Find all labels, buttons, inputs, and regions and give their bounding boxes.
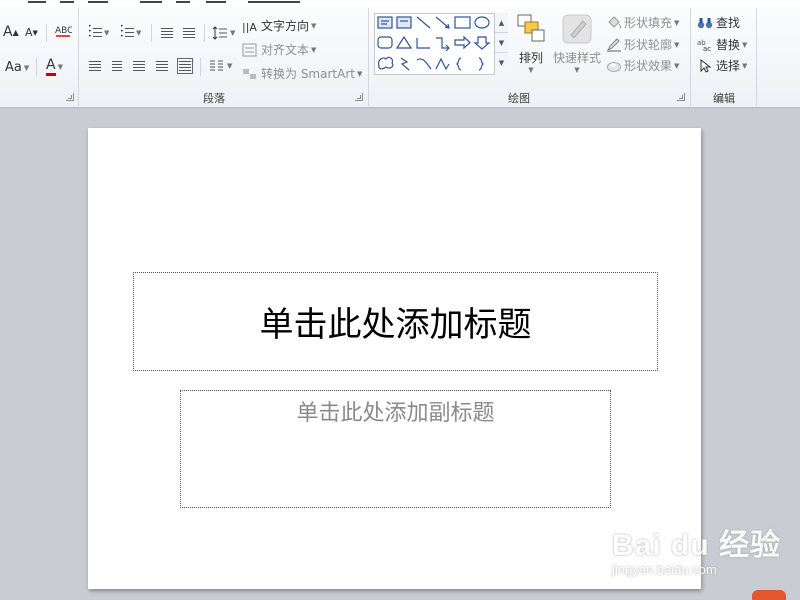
decrease-indent-button[interactable]	[160, 26, 174, 40]
distributed-button[interactable]	[177, 58, 193, 74]
clear-format-icon: ABC	[55, 26, 72, 37]
convert-smartart-button[interactable]: 转换为 SmartArt ▼	[242, 65, 362, 82]
grow-font-button[interactable]: A ▲	[3, 24, 19, 40]
svg-text:ac: ac	[703, 45, 711, 52]
find-button[interactable]: 查找	[697, 14, 740, 31]
increase-indent-button[interactable]	[182, 26, 196, 40]
gallery-more-icon[interactable]: ▼	[495, 53, 508, 73]
shapes-icons	[377, 16, 491, 71]
watermark: Bai du 经验 jingyan.baidu.com	[612, 520, 781, 577]
corner-badge-icon	[752, 590, 786, 600]
shape-fill-button[interactable]: 形状填充 ▼	[606, 14, 679, 31]
columns-button[interactable]: ▼	[209, 59, 232, 73]
align-text-button[interactable]: 对齐文本 ▼	[242, 41, 316, 58]
ribbon-tab-strip	[0, 0, 800, 6]
font-dialog-launcher[interactable]	[66, 93, 74, 101]
text-direction-button[interactable]: ||A 文字方向 ▼	[242, 17, 316, 34]
quick-styles-button[interactable]: 快速样式 ▼	[552, 13, 602, 74]
shapes-gallery[interactable]	[374, 13, 508, 75]
paragraph-dialog-launcher[interactable]	[355, 93, 363, 101]
paragraph-group-label: 段落	[203, 92, 225, 105]
watermark-url: jingyan.baidu.com	[612, 562, 717, 577]
shrink-font-button[interactable]: A ▼	[25, 26, 38, 39]
numbering-icon	[120, 24, 134, 40]
align-right-icon	[132, 59, 146, 73]
gallery-up-icon[interactable]: ▲	[495, 13, 508, 33]
subtitle-placeholder-text: 单击此处添加副标题	[296, 401, 495, 426]
gallery-down-icon[interactable]: ▼	[495, 33, 508, 53]
line-spacing-icon	[212, 26, 227, 40]
align-center-icon	[110, 59, 124, 73]
clear-formatting-button[interactable]: ABC	[54, 23, 72, 39]
pencil-icon	[606, 37, 621, 52]
distributed-icon	[177, 58, 193, 74]
effects-icon	[607, 61, 621, 72]
align-left-button[interactable]	[88, 59, 102, 73]
justify-button[interactable]	[155, 59, 169, 73]
align-center-button[interactable]	[110, 59, 124, 73]
numbering-button[interactable]: ▼	[120, 24, 141, 40]
quick-styles-icon	[562, 14, 592, 44]
bullets-button[interactable]: ▼	[88, 24, 109, 40]
subtitle-placeholder[interactable]: 单击此处添加副标题	[180, 390, 611, 508]
align-text-icon	[242, 43, 257, 56]
justify-icon	[155, 59, 169, 73]
slide-canvas[interactable]: 单击此处添加标题 单击此处添加副标题	[88, 128, 701, 589]
drawing-dialog-launcher[interactable]	[677, 93, 685, 101]
editing-group-label: 编辑	[713, 92, 735, 105]
align-right-button[interactable]	[132, 59, 146, 73]
line-spacing-button[interactable]: ▼	[212, 26, 235, 40]
drawing-group-label: 绘图	[508, 92, 530, 105]
arrange-icon	[517, 14, 545, 42]
columns-icon	[210, 60, 223, 71]
change-case-button[interactable]: Aa ▼	[5, 60, 29, 75]
font-color-button[interactable]: A ▼	[46, 58, 63, 76]
shape-effects-button[interactable]: 形状效果 ▼	[606, 57, 679, 74]
align-left-icon	[88, 59, 102, 73]
svg-text:ABC: ABC	[55, 26, 72, 36]
binoculars-icon	[697, 17, 713, 28]
replace-icon: abac	[697, 39, 711, 52]
smartart-icon	[243, 68, 256, 79]
cursor-icon	[700, 58, 712, 73]
increase-indent-icon	[182, 26, 196, 40]
replace-button[interactable]: ab ac 替换 ▼	[697, 36, 747, 53]
arrange-button[interactable]: 排列 ▼	[514, 13, 548, 74]
text-direction-icon: ||A	[242, 21, 257, 33]
shape-outline-button[interactable]: 形状轮廓 ▼	[606, 36, 679, 53]
watermark-main: Bai du 经验	[612, 529, 782, 562]
bullets-icon	[88, 24, 102, 40]
decrease-indent-icon	[160, 26, 174, 40]
shapes-gallery-scrollbar[interactable]: ▲ ▼ ▼	[494, 13, 508, 75]
svg-text:||A: ||A	[242, 21, 257, 33]
title-placeholder-text: 单击此处添加标题	[259, 305, 532, 345]
select-button[interactable]: 选择 ▼	[697, 57, 747, 74]
ribbon: A▲ A▼ ABC Aa▼ A▼ ▼ ▼ ▼ ||A 文字方向▼ 对齐文本▼ 转…	[0, 0, 800, 108]
title-placeholder[interactable]: 单击此处添加标题	[133, 272, 658, 371]
paint-bucket-icon	[608, 15, 622, 28]
